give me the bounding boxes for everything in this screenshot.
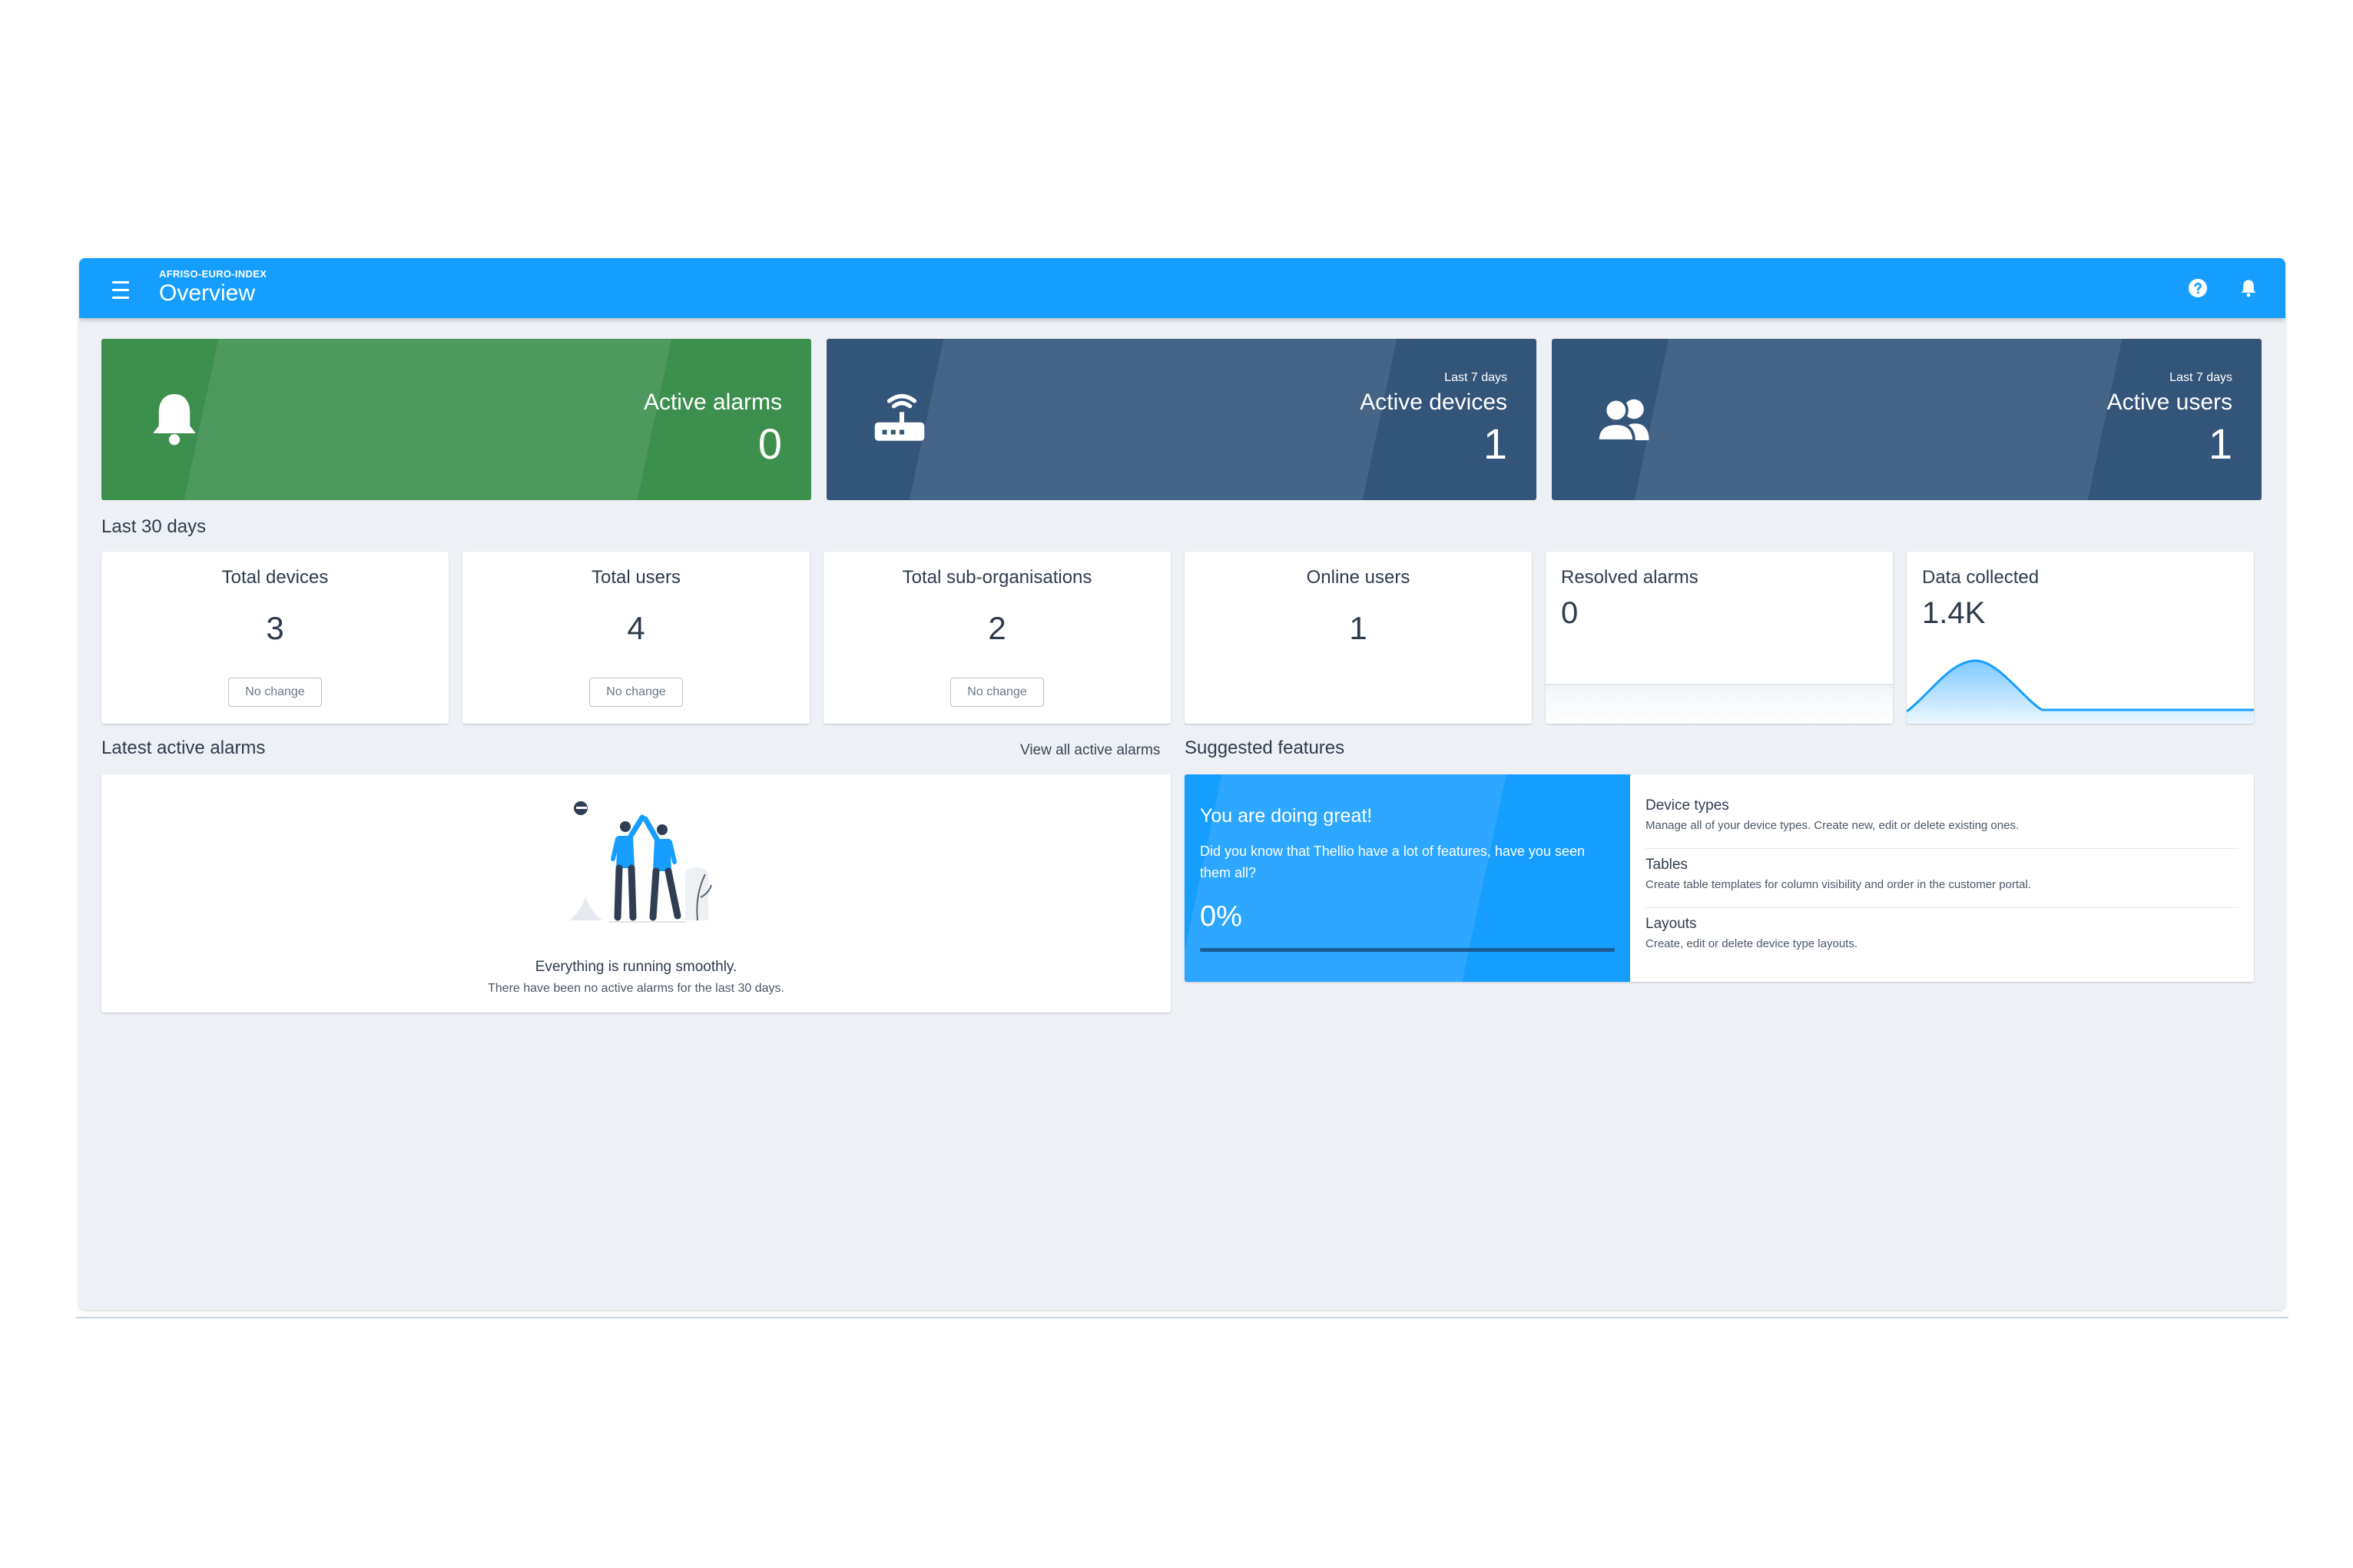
stat-title: Total sub-organisations <box>902 567 1092 588</box>
feature-item-device-types[interactable]: Device types Manage all of your device t… <box>1645 797 2239 832</box>
kpi-active-alarms[interactable]: Active alarms 0 <box>101 339 811 500</box>
feature-description: Create, edit or delete device type layou… <box>1645 937 1858 950</box>
divider <box>1645 848 2239 849</box>
bell-icon <box>140 385 209 454</box>
data-collected-sparkline <box>1907 659 2254 724</box>
kpi-value: 1 <box>1483 419 1507 468</box>
page-title: Overview <box>159 280 256 306</box>
promo-title: You are doing great! <box>1200 805 1373 827</box>
stat-online-users[interactable]: Online users 1 <box>1185 552 1532 724</box>
feature-item-tables[interactable]: Tables Create table templates for column… <box>1645 857 2239 891</box>
change-badge: No change <box>950 678 1044 707</box>
kpi-label: Active users <box>2106 390 2232 415</box>
kpi-value: 0 <box>757 419 782 468</box>
organisation-name: AFRISO-EURO-INDEX <box>159 268 267 280</box>
empty-state-title: Everything is running smoothly. <box>535 959 737 975</box>
stat-resolved-alarms[interactable]: Resolved alarms 0 <box>1546 552 1893 724</box>
sparkline-flat <box>1546 684 1893 724</box>
kpi-value: 1 <box>2208 419 2232 468</box>
section-suggested-features: Suggested features <box>1185 738 1345 758</box>
router-icon <box>865 385 934 454</box>
account-settings-icon[interactable] <box>2284 274 2285 302</box>
stat-total-sub-organisations[interactable]: Total sub-organisations 2 No change <box>824 552 1171 724</box>
features-progress-panel: You are doing great! Did you know that T… <box>1185 774 1630 982</box>
view-all-active-alarms-link[interactable]: View all active alarms <box>1020 742 1160 759</box>
kpi-label: Active devices <box>1360 390 1507 415</box>
stat-title: Online users <box>1306 567 1410 588</box>
kpi-period: Last 7 days <box>1444 371 1507 384</box>
stat-value: 1 <box>1349 610 1367 646</box>
section-latest-active-alarms: Latest active alarms <box>101 738 266 758</box>
menu-icon[interactable] <box>107 275 134 301</box>
notifications-bell-icon[interactable] <box>2235 274 2262 302</box>
kpi-period: Last 7 days <box>2169 371 2232 384</box>
feature-title: Layouts <box>1645 916 1697 932</box>
divider <box>1645 907 2239 908</box>
feature-description: Create table templates for column visibi… <box>1645 878 2031 891</box>
latest-alarms-card: Everything is running smoothly. There ha… <box>101 774 1171 1013</box>
feature-title: Tables <box>1645 857 1688 873</box>
promo-text: Did you know that Thellio have a lot of … <box>1200 844 1585 880</box>
suggested-features-card: You are doing great! Did you know that T… <box>1185 774 2254 982</box>
features-progress-bar <box>1200 948 1615 952</box>
stat-title: Total devices <box>221 567 329 588</box>
users-icon <box>1590 385 1659 454</box>
stat-title: Data collected <box>1922 567 2040 588</box>
help-icon[interactable] <box>2184 274 2212 302</box>
kpi-active-users[interactable]: Last 7 days Active users 1 <box>1552 339 2262 500</box>
stat-value: 0 <box>1561 596 1579 630</box>
stat-total-users[interactable]: Total users 4 No change <box>462 552 810 724</box>
dashboard-app: AFRISO-EURO-INDEX Overview Active alarms… <box>79 258 2285 1310</box>
stat-value: 4 <box>627 610 645 646</box>
top-bar: AFRISO-EURO-INDEX Overview <box>79 258 2285 318</box>
stat-title: Total users <box>591 567 681 588</box>
kpi-active-devices[interactable]: Last 7 days Active devices 1 <box>827 339 1536 500</box>
stat-title: Resolved alarms <box>1561 567 1698 588</box>
feature-title: Device types <box>1645 797 1729 814</box>
kpi-label: Active alarms <box>643 390 782 415</box>
page-baseline <box>76 1317 2288 1318</box>
stat-data-collected[interactable]: Data collected 1.4K <box>1907 552 2254 724</box>
high-five-illustration <box>570 801 712 923</box>
empty-state-subtitle: There have been no active alarms for the… <box>488 982 784 995</box>
stat-value: 3 <box>266 610 284 646</box>
feature-description: Manage all of your device types. Create … <box>1645 819 2020 832</box>
stat-value: 2 <box>988 610 1006 646</box>
change-badge: No change <box>228 678 322 707</box>
stat-total-devices[interactable]: Total devices 3 No change <box>101 552 449 724</box>
progress-percent: 0% <box>1200 900 1242 933</box>
stat-value: 1.4K <box>1922 596 1986 630</box>
section-last-30-days: Last 30 days <box>101 516 207 537</box>
feature-item-layouts[interactable]: Layouts Create, edit or delete device ty… <box>1645 916 2239 950</box>
change-badge: No change <box>589 678 683 707</box>
